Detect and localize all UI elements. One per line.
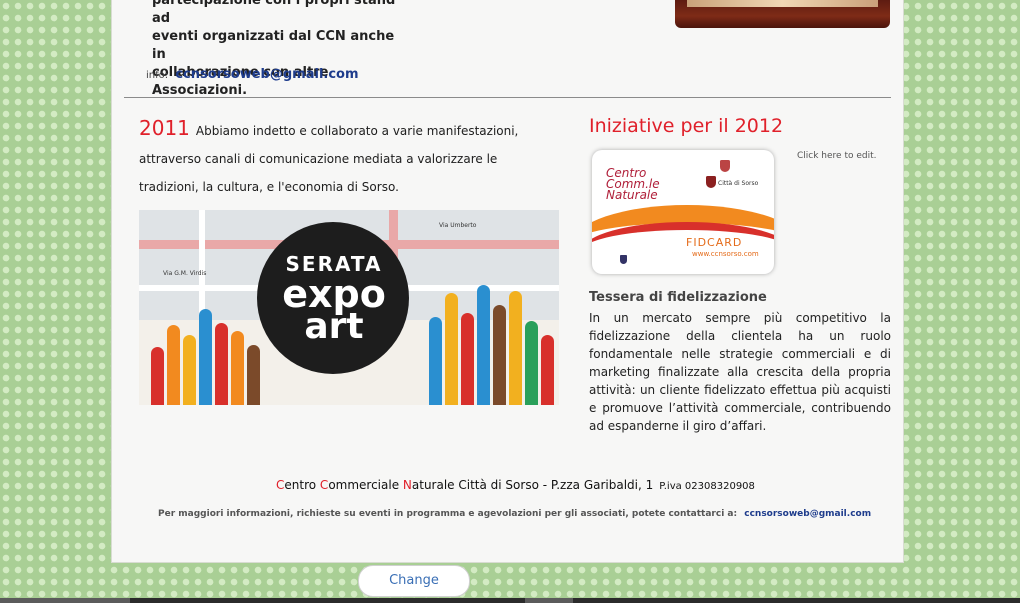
footer-word: entro (284, 478, 320, 492)
shield-icon (620, 255, 627, 264)
fidcard-image[interactable]: Centro Comm.le Naturale Città di Sorso F… (592, 150, 774, 274)
footer-word: aturale Città di Sorso - P.zza Garibaldi… (411, 478, 654, 492)
card-fidcard-label: FIDCARD (686, 236, 743, 249)
footer-info-text: Per maggiori informazioni, richieste su … (158, 509, 738, 519)
divider (124, 97, 891, 98)
top-photo (675, 0, 890, 28)
info-row: info: ccnsorsoweb@gmail.com (146, 67, 359, 82)
tessera-body: In un mercato sempre più competitivo la … (589, 311, 891, 433)
logo-art: art (304, 306, 364, 347)
click-to-edit-link[interactable]: Click here to edit. (797, 151, 876, 161)
top-line: eventi organizzati dal CCN anche in (152, 29, 395, 62)
map-label: Via Umberto (439, 222, 477, 229)
footer-info: Per maggiori informazioni, richieste su … (158, 509, 871, 519)
expo-art-banner[interactable]: Via G.M. Virdis Via Umberto SERATA expo … (139, 210, 559, 405)
footer-address: Centro Commerciale Naturale Città di Sor… (276, 478, 755, 492)
tessera-title: Tessera di fidelizzazione (589, 290, 767, 305)
intro-year: 2011 (139, 116, 190, 140)
intro-paragraph: 2011 Abbiamo indetto e collaborato a vari… (139, 114, 559, 201)
crest-icon (720, 160, 730, 172)
intro-text: Abbiamo indetto e collaborato a varie ma… (139, 124, 519, 194)
map-label: Via G.M. Virdis (163, 270, 207, 277)
card-logo-line: Naturale (606, 188, 658, 202)
footer-word: ommerciale (328, 478, 403, 492)
expo-art-logo: SERATA expo art (269, 252, 399, 347)
iniziative-heading: Iniziative per il 2012 (589, 115, 784, 137)
footer-email-link[interactable]: ccnsorsoweb@gmail.com (744, 509, 871, 519)
crest-icon (706, 176, 716, 188)
card-logo: Centro Comm.le Naturale (606, 167, 660, 202)
card-website: www.ccnsorso.com (692, 250, 759, 258)
bottom-bar (0, 598, 1020, 603)
top-line: partecipazione con i propri stand ad (152, 0, 396, 26)
info-email-link[interactable]: ccnsorsoweb@gmail.com (175, 67, 358, 82)
card-city: Città di Sorso (718, 180, 759, 187)
footer-piva: P.iva 02308320908 (659, 481, 755, 492)
top-paragraph: partecipazione con i propri stand ad eve… (152, 0, 412, 100)
footer-initial: N (402, 478, 412, 492)
change-button[interactable]: Change (358, 565, 470, 597)
info-label: info: (146, 70, 169, 81)
